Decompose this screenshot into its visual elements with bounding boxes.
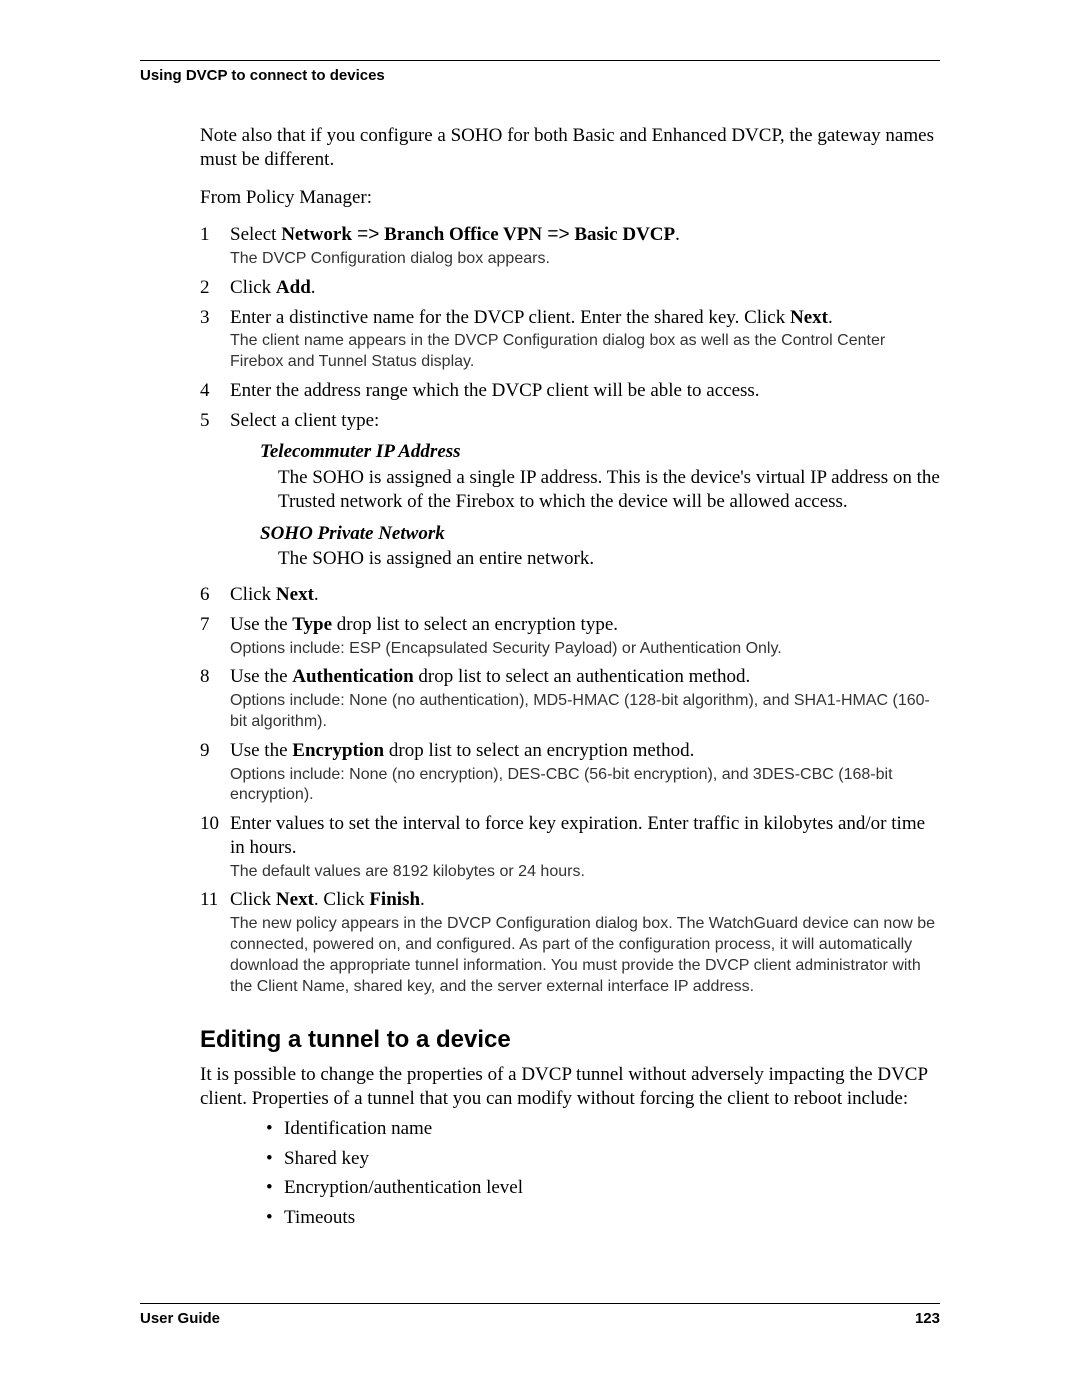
client-type-telecommuter: Telecommuter IP Address The SOHO is assi… [260, 440, 940, 513]
step-number: 10 [200, 812, 230, 882]
list-item: Encryption/authentication level [284, 1176, 940, 1200]
section-intro: It is possible to change the properties … [200, 1063, 940, 1111]
editable-properties-list: Identification name Shared key Encryptio… [244, 1117, 940, 1230]
intro-from: From Policy Manager: [200, 186, 940, 210]
step-number: 1 [200, 223, 230, 270]
step-7: 7 Use the Type drop list to select an en… [200, 613, 940, 660]
list-item: Shared key [284, 1147, 940, 1171]
client-type-title: Telecommuter IP Address [260, 440, 940, 464]
step-note: The DVCP Configuration dialog box appear… [230, 249, 940, 270]
step-text: Use the Encryption drop list to select a… [230, 739, 940, 806]
page-footer: User Guide 123 [140, 1303, 940, 1327]
step-number: 8 [200, 665, 230, 732]
header-rule [140, 60, 940, 61]
step-number: 6 [200, 583, 230, 607]
running-header: Using DVCP to connect to devices [140, 67, 940, 84]
step-text: Enter the address range which the DVCP c… [230, 379, 940, 403]
step-number: 7 [200, 613, 230, 660]
footer-left: User Guide [140, 1310, 220, 1327]
footer-rule [140, 1303, 940, 1304]
section-heading-editing-tunnel: Editing a tunnel to a device [200, 1025, 940, 1055]
step-number: 5 [200, 409, 230, 578]
step-4: 4 Enter the address range which the DVCP… [200, 379, 940, 403]
client-type-soho: SOHO Private Network The SOHO is assigne… [260, 522, 940, 572]
step-text: Use the Authentication drop list to sele… [230, 665, 940, 732]
footer-page-number: 123 [915, 1310, 940, 1327]
procedure-list: 1 Select Network => Branch Office VPN =>… [200, 223, 940, 997]
step-number: 3 [200, 306, 230, 373]
step-text: Click Add. [230, 276, 940, 300]
step-note: The client name appears in the DVCP Conf… [230, 331, 940, 373]
body-column: Note also that if you configure a SOHO f… [200, 124, 940, 1230]
intro-note: Note also that if you configure a SOHO f… [200, 124, 940, 172]
step-note: Options include: ESP (Encapsulated Secur… [230, 639, 940, 660]
step-number: 9 [200, 739, 230, 806]
list-item: Identification name [284, 1117, 940, 1141]
client-type-body: The SOHO is assigned a single IP address… [278, 466, 940, 514]
step-text: Enter values to set the interval to forc… [230, 812, 940, 882]
step-10: 10 Enter values to set the interval to f… [200, 812, 940, 882]
step-text: Enter a distinctive name for the DVCP cl… [230, 306, 940, 373]
step-number: 11 [200, 888, 230, 997]
step-9: 9 Use the Encryption drop list to select… [200, 739, 940, 806]
step-number: 4 [200, 379, 230, 403]
step-number: 2 [200, 276, 230, 300]
step-note: Options include: None (no encryption), D… [230, 765, 940, 807]
step-note: The new policy appears in the DVCP Confi… [230, 914, 940, 997]
step-3: 3 Enter a distinctive name for the DVCP … [200, 306, 940, 373]
step-6: 6 Click Next. [200, 583, 940, 607]
step-text: Click Next. Click Finish. The new policy… [230, 888, 940, 997]
step-note: Options include: None (no authentication… [230, 691, 940, 733]
list-item: Timeouts [284, 1206, 940, 1230]
step-text: Use the Type drop list to select an encr… [230, 613, 940, 660]
step-8: 8 Use the Authentication drop list to se… [200, 665, 940, 732]
step-5: 5 Select a client type: Telecommuter IP … [200, 409, 940, 578]
step-11: 11 Click Next. Click Finish. The new pol… [200, 888, 940, 997]
client-type-title: SOHO Private Network [260, 522, 940, 546]
client-type-body: The SOHO is assigned an entire network. [278, 547, 940, 571]
page-content: Using DVCP to connect to devices Note al… [140, 60, 940, 1397]
step-text: Select a client type: Telecommuter IP Ad… [230, 409, 940, 578]
step-1: 1 Select Network => Branch Office VPN =>… [200, 223, 940, 270]
step-text: Click Next. [230, 583, 940, 607]
step-text: Select Network => Branch Office VPN => B… [230, 223, 940, 270]
step-note: The default values are 8192 kilobytes or… [230, 862, 940, 883]
step-2: 2 Click Add. [200, 276, 940, 300]
